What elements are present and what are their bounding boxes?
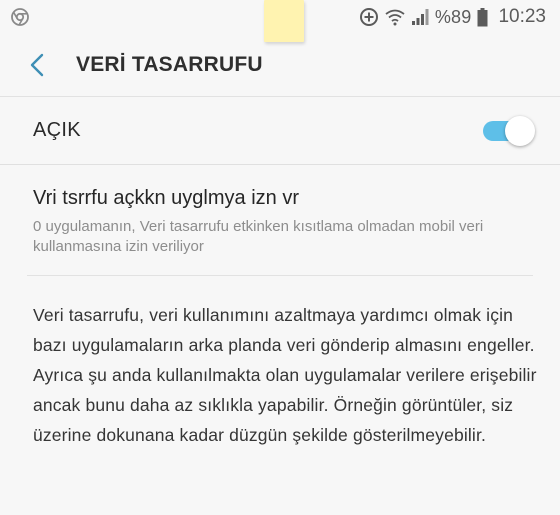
toggle-thumb (505, 116, 535, 146)
master-switch-label: AÇIK (33, 119, 81, 141)
data-saver-toggle[interactable] (483, 116, 535, 146)
toolbar: VERİ TASARRUFU (0, 34, 560, 97)
data-saver-icon (359, 8, 378, 26)
sticky-note (264, 0, 304, 42)
battery-percent: %89 (434, 6, 472, 27)
clock: 10:23 (498, 6, 546, 27)
unrestricted-apps-title: Vri tsrrfu açkkn uyglmya izn vr (33, 187, 299, 209)
wifi-icon (385, 9, 405, 26)
chrome-icon (11, 8, 29, 26)
page-title: VERİ TASARRUFU (76, 53, 263, 76)
unrestricted-apps-item[interactable]: Vri tsrrfu açkkn uyglmya izn vr 0 uygula… (0, 165, 560, 275)
battery-icon (477, 7, 488, 26)
unrestricted-apps-summary: 0 uygulamanın, Veri tasarrufu etkinken k… (33, 218, 484, 255)
data-saver-description: Veri tasarrufu, veri kullanımını azaltma… (33, 305, 537, 445)
master-switch-row[interactable]: AÇIK (0, 97, 560, 165)
signal-icon (411, 9, 429, 25)
divider (27, 275, 533, 276)
back-button[interactable] (22, 50, 52, 80)
back-arrow-icon (30, 53, 44, 77)
status-icons: %89 10:23 (359, 6, 546, 28)
